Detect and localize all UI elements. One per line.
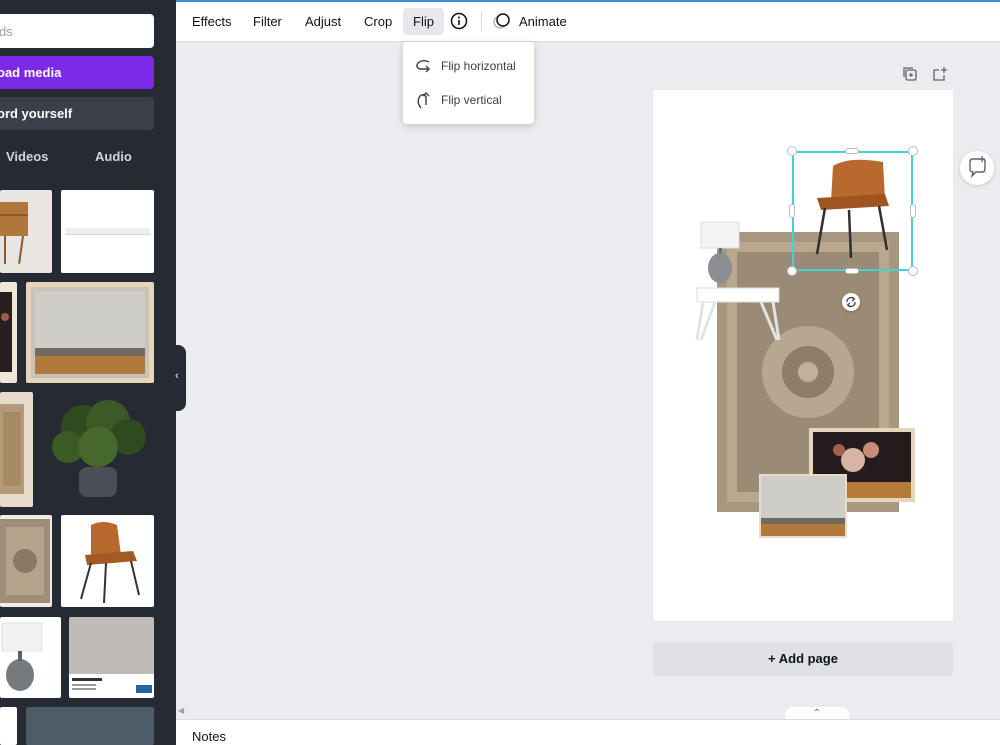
resize-handle-top-right[interactable] [908,146,918,156]
chevron-left-icon: ‹ [175,370,179,382]
flip-vertical-label: Flip vertical [441,93,502,107]
resize-handle-right[interactable] [910,204,916,218]
media-thumb-rug[interactable] [0,515,52,607]
resize-handle-left[interactable] [789,204,795,218]
tab-audio[interactable]: Audio [95,149,132,164]
flip-horizontal-option[interactable]: Flip horizontal [415,54,527,78]
effects-button[interactable]: Effects [182,8,242,35]
search-input[interactable]: ds [0,14,154,48]
media-thumb-side-table[interactable] [0,190,52,273]
selection-box[interactable] [792,151,913,271]
media-thumb-white[interactable] [0,707,17,745]
media-thumb-lamp[interactable] [0,617,61,698]
animate-button[interactable]: Animate [509,8,577,35]
flip-vertical-icon [417,92,430,109]
image-toolbar: Effects Filter Adjust Crop Flip Animate [176,0,1000,42]
record-yourself-label: ord yourself [0,106,73,121]
filter-button[interactable]: Filter [243,8,292,35]
upload-media-button[interactable]: oad media [0,56,154,89]
info-icon[interactable] [450,12,468,30]
flip-horizontal-label: Flip horizontal [441,59,516,73]
add-comment-button[interactable] [960,151,994,185]
comment-icon [969,156,986,179]
flip-horizontal-icon [416,60,430,73]
flip-button[interactable]: Flip [403,8,444,35]
media-thumb-landscape-painting[interactable] [26,282,154,383]
search-placeholder: ds [0,24,13,39]
media-thumb-paint-swatch[interactable] [69,617,154,698]
media-thumb-dark-painting[interactable] [0,282,17,383]
notes-label: Notes [192,729,226,744]
resize-handle-bottom-left[interactable] [787,266,797,276]
resize-handle-top[interactable] [845,148,859,154]
notes-bar[interactable]: Notes [176,719,1000,745]
chevron-up-icon: ⌃ [812,708,822,719]
duplicate-page-icon[interactable] [902,66,918,82]
add-page-button[interactable]: + Add page [653,642,953,676]
media-thumb-rug-framed[interactable] [0,392,33,507]
crop-button[interactable]: Crop [354,8,402,35]
flip-vertical-option[interactable]: Flip vertical [415,88,527,112]
tab-videos[interactable]: Videos [6,149,48,164]
scroll-left-icon[interactable]: ◀ [178,706,184,715]
flip-dropdown-menu: Flip horizontal Flip vertical [403,42,534,124]
collapse-sidebar-handle[interactable]: ‹ [172,345,186,411]
record-yourself-button[interactable]: ord yourself [0,97,154,130]
upload-media-label: oad media [0,65,62,80]
rotate-handle-icon[interactable] [842,293,860,311]
media-thumb-slate-color[interactable] [26,707,154,745]
left-sidebar: ds oad media ord yourself Videos Audio [0,0,176,745]
media-thumb-leather-chair[interactable] [61,515,154,607]
media-thumb-plant[interactable] [43,392,154,507]
add-page-icon[interactable] [932,66,948,82]
resize-handle-bottom[interactable] [845,268,859,274]
resize-handle-bottom-right[interactable] [908,266,918,276]
media-thumb-white-shelf[interactable] [61,190,154,273]
toolbar-divider [481,11,482,31]
resize-handle-top-left[interactable] [787,146,797,156]
adjust-button[interactable]: Adjust [295,8,351,35]
